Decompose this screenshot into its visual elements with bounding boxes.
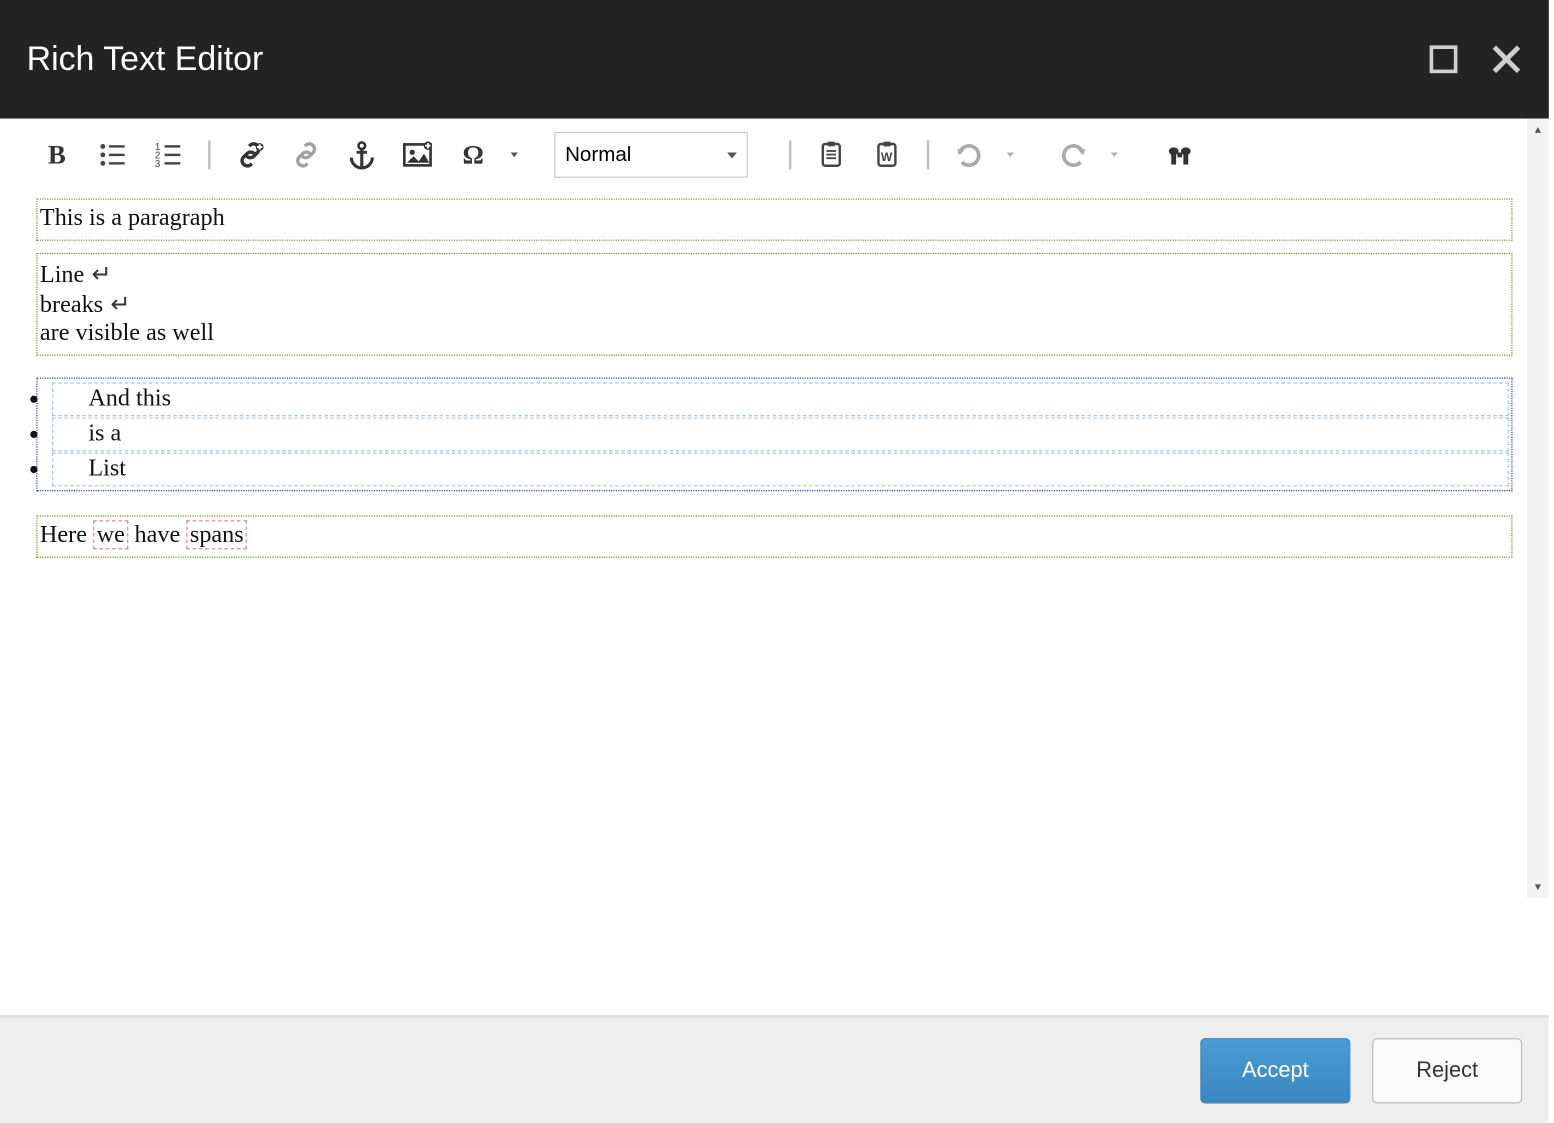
window-controls (1428, 44, 1522, 75)
list-item-text: And this (88, 385, 171, 412)
toolbar-separator (208, 140, 210, 169)
line-break-icon: ↵ (110, 292, 130, 319)
list-item[interactable]: List (52, 453, 1509, 487)
span-element: spans (186, 520, 247, 549)
line-break-icon: ↵ (92, 261, 112, 288)
link-button[interactable] (230, 134, 271, 175)
list-item[interactable]: is a (52, 417, 1509, 451)
scroll-up-icon[interactable]: ▴ (1527, 119, 1549, 141)
vertical-scrollbar[interactable]: ▴ ▾ (1527, 119, 1549, 898)
special-char-button[interactable]: Ω (453, 134, 494, 175)
paragraph-text: breaks (40, 292, 103, 319)
paragraph-text: Line (40, 261, 84, 288)
list-item-text: List (88, 455, 126, 482)
titlebar: Rich Text Editor (0, 0, 1549, 119)
bold-button[interactable]: B (36, 134, 77, 175)
anchor-button[interactable] (341, 134, 382, 175)
svg-text:3: 3 (155, 159, 160, 169)
reject-button[interactable]: Reject (1372, 1038, 1522, 1103)
editor-content[interactable]: This is a paragraph Line ↵ breaks ↵ are vi… (0, 198, 1549, 557)
toolbar-separator (927, 140, 929, 169)
unordered-list-button[interactable] (92, 134, 133, 175)
paragraph-text: Here (40, 522, 93, 549)
toolbar: B 123 Ω Normal (0, 119, 1549, 192)
redo-dropdown-icon[interactable] (1111, 152, 1118, 157)
accept-button[interactable]: Accept (1200, 1038, 1350, 1103)
window-title: Rich Text Editor (27, 40, 264, 79)
undo-dropdown-icon[interactable] (1007, 152, 1014, 157)
editor-area: B 123 Ω Normal (0, 119, 1549, 1017)
paste-plain-button[interactable] (811, 134, 852, 175)
unlink-button[interactable] (286, 134, 327, 175)
chevron-down-icon (727, 152, 737, 158)
span-element: we (93, 520, 128, 549)
format-select-label: Normal (565, 143, 631, 167)
format-select[interactable]: Normal (554, 132, 748, 178)
paragraph-text: This is a paragraph (40, 204, 225, 231)
dialog-footer: Accept Reject (0, 1016, 1549, 1122)
special-char-dropdown-icon[interactable] (511, 152, 518, 157)
scroll-down-icon[interactable]: ▾ (1527, 876, 1549, 898)
redo-button[interactable] (1053, 134, 1094, 175)
image-button[interactable] (397, 134, 438, 175)
svg-text:W: W (881, 150, 893, 164)
paste-word-button[interactable]: W (866, 134, 907, 175)
paragraph-text: have (128, 522, 186, 549)
close-button[interactable] (1491, 44, 1522, 75)
list-block[interactable]: And this is a List (36, 378, 1512, 492)
paragraph-block[interactable]: Here we have spans (36, 515, 1512, 557)
undo-button[interactable] (949, 134, 990, 175)
paragraph-block[interactable]: This is a paragraph (36, 198, 1512, 240)
list-item[interactable]: And this (52, 382, 1509, 416)
ordered-list-button[interactable]: 123 (148, 134, 189, 175)
list-item-text: is a (88, 420, 121, 447)
paragraph-block[interactable]: Line ↵ breaks ↵ are visible as well (36, 253, 1512, 356)
paragraph-text: are visible as well (40, 319, 214, 346)
maximize-button[interactable] (1428, 44, 1459, 75)
find-button[interactable] (1159, 134, 1200, 175)
toolbar-separator (789, 140, 791, 169)
